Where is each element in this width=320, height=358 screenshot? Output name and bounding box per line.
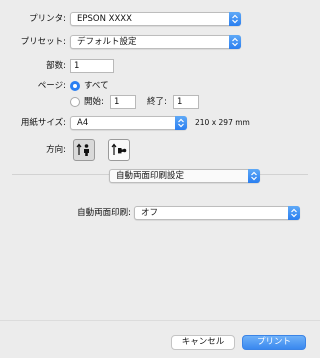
preset-label: プリセット: [20,37,66,47]
pages-all-label: すべて [84,81,109,91]
popup-arrows-icon [229,12,241,26]
popup-arrows-icon [229,35,241,49]
printer-popup[interactable]: EPSON XXXX [70,12,241,26]
popup-arrows-icon [248,169,260,183]
popup-arrows-icon [288,206,300,220]
pages-from-field[interactable]: 1 [110,95,136,109]
preset-popup[interactable]: デフォルト設定 [70,35,241,49]
paper-size-popup[interactable]: A4 [70,116,187,130]
duplex-popup[interactable]: オフ [134,206,300,220]
copies-field[interactable]: 1 [70,59,114,73]
paper-dimensions: 210 x 297 mm [195,118,250,127]
section-popup[interactable]: 自動両面印刷設定 [109,169,260,183]
preset-value: デフォルト設定 [77,37,137,47]
pages-all-radio[interactable] [70,81,80,91]
pages-to-label: 終了: [147,97,167,107]
copies-label: 部数: [46,61,66,71]
pages-range-radio[interactable] [70,97,80,107]
pages-to-field[interactable]: 1 [173,95,199,109]
printer-value: EPSON XXXX [77,14,132,24]
printer-label: プリンタ: [29,14,66,24]
paper-size-value: A4 [77,118,89,128]
footer-divider [0,320,320,321]
duplex-value: オフ [141,208,159,218]
cancel-button[interactable]: キャンセル [171,335,235,350]
landscape-person-icon [111,143,127,155]
portrait-person-icon [76,143,89,156]
paper-size-label: 用紙サイズ: [20,118,66,128]
pages-from-label: 開始: [84,97,104,107]
orientation-landscape-button[interactable] [108,139,130,161]
orientation-portrait-button[interactable] [73,139,95,161]
duplex-label: 自動両面印刷: [77,208,131,218]
section-value: 自動両面印刷設定 [116,171,185,181]
popup-arrows-icon [175,116,187,130]
orientation-label: 方向: [46,145,66,155]
print-button[interactable]: プリント [242,335,306,350]
pages-label: ページ: [37,81,66,91]
